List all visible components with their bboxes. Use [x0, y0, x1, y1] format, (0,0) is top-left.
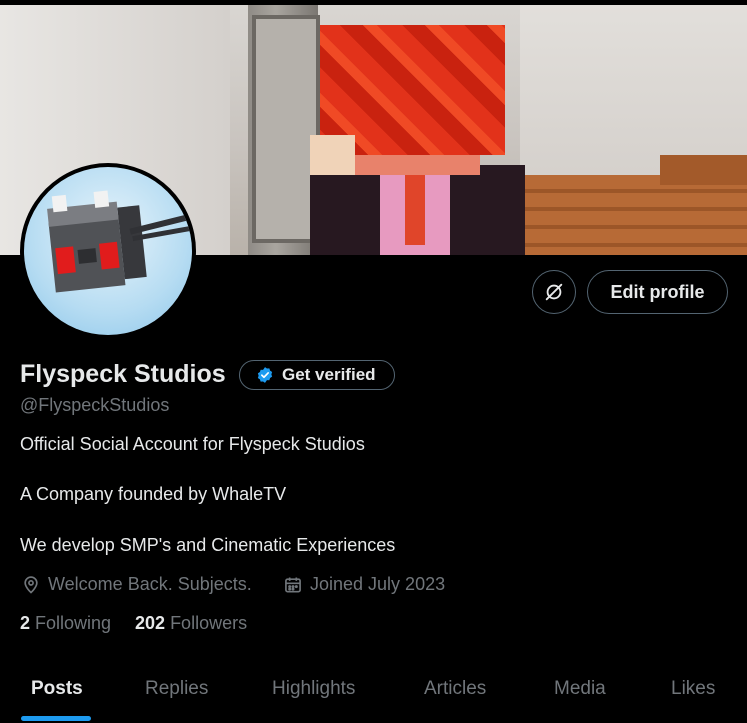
profile-handle: @FlyspeckStudios	[20, 395, 170, 415]
tab-replies[interactable]: Replies	[145, 678, 208, 700]
edit-profile-button[interactable]: Edit profile	[587, 270, 728, 314]
tab-highlights[interactable]: Highlights	[272, 678, 355, 700]
get-verified-button[interactable]: Get verified	[239, 360, 395, 390]
followers-label: Followers	[170, 613, 248, 633]
active-tab-indicator	[21, 716, 91, 721]
tab-likes[interactable]: Likes	[671, 678, 715, 700]
tab-media[interactable]: Media	[554, 678, 606, 700]
avatar[interactable]	[20, 163, 196, 339]
spaces-button[interactable]	[532, 270, 576, 314]
following-count: 2	[20, 613, 31, 633]
tab-posts[interactable]: Posts	[31, 678, 83, 700]
calendar-icon	[285, 577, 301, 592]
location-text: Welcome Back. Subjects.	[48, 574, 252, 594]
profile-joined: Joined July 2023	[283, 574, 445, 595]
banner-shelf	[660, 155, 747, 185]
fly-logo	[47, 190, 192, 293]
bio-line: A Company founded by WhaleTV	[20, 484, 287, 504]
location-pin-icon	[24, 575, 38, 594]
avatar-image	[24, 167, 192, 335]
banner-floor	[520, 175, 747, 255]
following-link[interactable]: 2 Following	[20, 613, 111, 634]
bio-line: We develop SMP's and Cinematic Experienc…	[20, 535, 396, 555]
bio-line: Official Social Account for Flyspeck Stu…	[20, 434, 365, 454]
followers-count: 202	[135, 613, 166, 633]
following-label: Following	[35, 613, 112, 633]
verified-badge-icon	[257, 367, 273, 383]
followers-link[interactable]: 202 Followers	[135, 613, 247, 634]
spaces-icon	[545, 283, 563, 301]
profile-location: Welcome Back. Subjects.	[21, 574, 252, 595]
banner-character	[300, 5, 530, 255]
profile-name: Flyspeck Studios	[20, 360, 226, 388]
get-verified-label: Get verified	[282, 365, 376, 384]
joined-text: Joined July 2023	[310, 574, 446, 594]
tab-articles[interactable]: Articles	[424, 678, 486, 700]
